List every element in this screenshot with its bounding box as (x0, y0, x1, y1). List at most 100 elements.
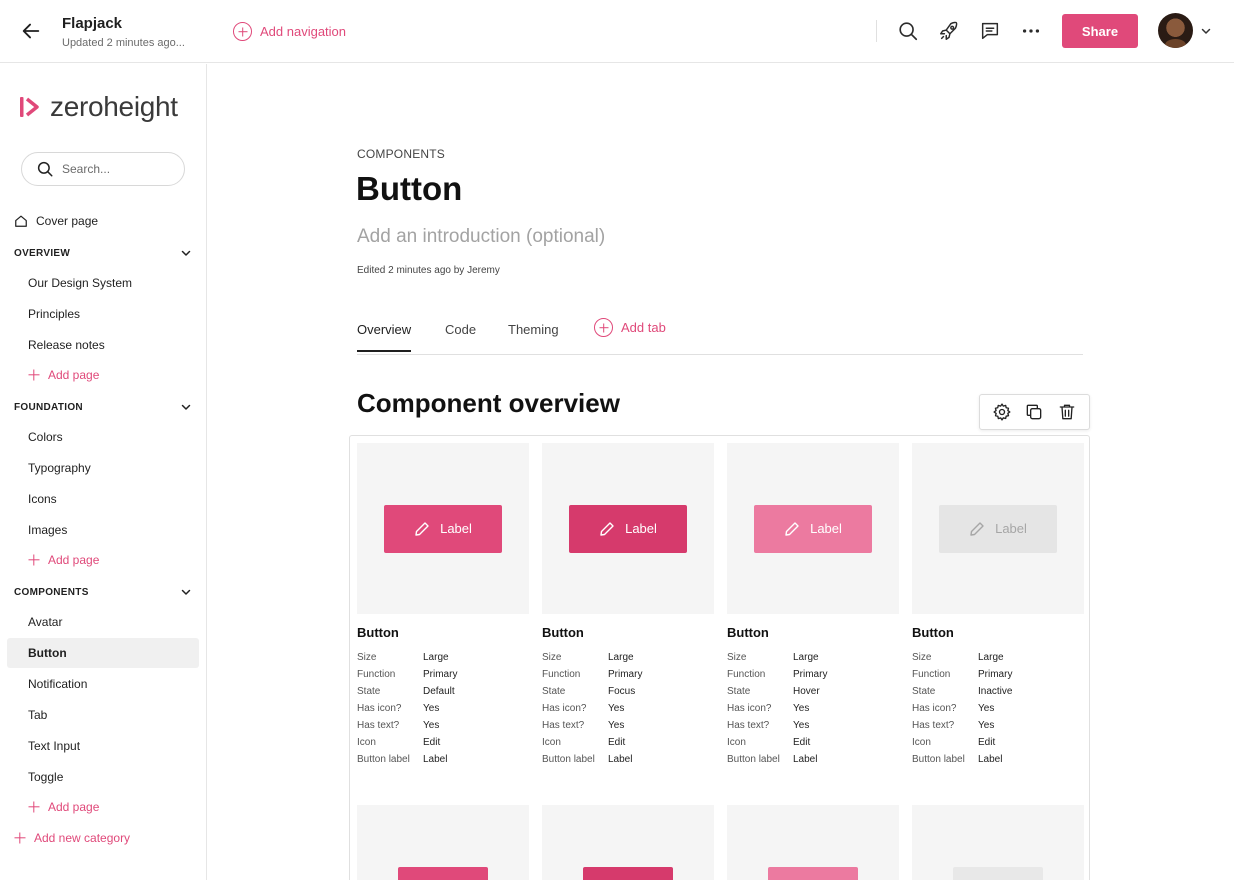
add-page-overview-button[interactable]: Add page (28, 368, 99, 382)
chevron-down-icon (181, 250, 191, 256)
sidebar-item-typography[interactable]: Typography (7, 453, 199, 483)
chevron-down-icon[interactable] (1200, 25, 1212, 37)
section-foundation-header[interactable]: FOUNDATION (14, 401, 192, 413)
zeroheight-logo[interactable]: zeroheight (20, 91, 178, 123)
property-row: Has text? Yes (912, 717, 1084, 734)
component-card[interactable]: Label Button Size Large Function Primary S… (542, 443, 714, 768)
property-key: Function (357, 669, 396, 680)
add-page-components-button[interactable]: Add page (28, 800, 99, 814)
plus-circle-icon (233, 22, 252, 41)
add-page-foundation-button[interactable]: Add page (28, 553, 99, 567)
tab-code[interactable]: Code (445, 322, 476, 350)
tab-theming[interactable]: Theming (508, 322, 559, 350)
add-tab-label: Add tab (621, 320, 666, 335)
rocket-icon[interactable] (938, 20, 960, 42)
demo-button-hover[interactable]: Label (754, 504, 872, 553)
property-value: Large (608, 652, 634, 663)
demo-button-default[interactable]: Label (384, 504, 502, 553)
sidebar-item-text-input[interactable]: Text Input (7, 731, 199, 761)
sidebar-item-images[interactable]: Images (7, 515, 199, 545)
page-tabs: Overview Code Theming Add tab (357, 318, 1083, 355)
sidebar-item-avatar[interactable]: Avatar (7, 607, 199, 637)
cover-page-label: Cover page (36, 214, 99, 228)
card-properties: Size Large Function Primary State Focus Has… (542, 649, 714, 768)
property-key: Has icon? (727, 703, 772, 714)
search-icon[interactable] (897, 20, 919, 42)
trash-icon[interactable] (1057, 402, 1077, 422)
sidebar-item-button[interactable]: Button (7, 638, 199, 668)
component-preview (727, 805, 899, 880)
section-overview-header[interactable]: OVERVIEW (14, 247, 192, 259)
sidebar-item-toggle[interactable]: Toggle (7, 762, 199, 792)
property-value: Edit (423, 737, 441, 748)
add-new-category-button[interactable]: Add new category (14, 831, 130, 845)
more-horizontal-icon[interactable] (1020, 20, 1042, 42)
plus-circle-icon (594, 318, 613, 337)
property-key: Button label (357, 754, 410, 765)
property-key: Size (912, 652, 932, 663)
tab-overview[interactable]: Overview (357, 322, 412, 352)
gear-icon[interactable] (992, 402, 1012, 422)
demo-button-label: Label (440, 521, 472, 536)
introduction-field[interactable]: Add an introduction (optional) (357, 226, 605, 248)
page-title[interactable]: Button (356, 170, 462, 208)
property-key: Function (912, 669, 951, 680)
property-value: Yes (608, 703, 625, 714)
add-navigation-button[interactable]: Add navigation (233, 22, 346, 41)
demo-button-focus[interactable]: Label (569, 504, 687, 553)
demo-button-partial[interactable] (583, 867, 673, 880)
component-preview (542, 805, 714, 880)
card-name: Button (727, 625, 769, 640)
component-card[interactable]: Label Button Size Large Function Primary S… (912, 443, 1084, 768)
property-key: State (727, 686, 751, 697)
sidebar-item-principles[interactable]: Principles (7, 299, 199, 329)
property-key: State (542, 686, 566, 697)
project-title: Flapjack (62, 15, 123, 32)
property-row: Button label Label (727, 751, 899, 768)
sidebar-item-colors[interactable]: Colors (7, 422, 199, 452)
add-tab-button[interactable]: Add tab (594, 318, 666, 337)
property-row: Function Primary (542, 666, 714, 683)
property-key: Has text? (357, 720, 400, 731)
demo-button-partial (953, 867, 1043, 880)
copy-icon[interactable] (1024, 402, 1044, 422)
sidebar-search[interactable] (21, 152, 185, 186)
property-row: Function Primary (912, 666, 1084, 683)
property-value: Yes (423, 720, 440, 731)
demo-button-partial[interactable] (398, 867, 488, 880)
component-preview: Label (357, 443, 529, 614)
demo-button-partial[interactable] (768, 867, 858, 880)
property-row: Button label Label (912, 751, 1084, 768)
main-content: COMPONENTS Button Add an introduction (o… (208, 64, 1234, 880)
search-icon (37, 161, 53, 177)
comment-icon[interactable] (979, 20, 1001, 42)
property-row: Icon Edit (542, 734, 714, 751)
back-arrow-icon[interactable] (20, 20, 42, 42)
sidebar-item-our-design-system[interactable]: Our Design System (7, 268, 199, 298)
component-preview: Label (542, 443, 714, 614)
property-row: Button label Label (357, 751, 529, 768)
property-row: Has icon? Yes (727, 700, 899, 717)
add-page-label: Add page (48, 553, 100, 567)
user-avatar[interactable] (1158, 13, 1193, 48)
add-navigation-label: Add navigation (260, 24, 347, 39)
section-title[interactable]: Component overview (357, 388, 620, 419)
property-value: Primary (978, 669, 1013, 680)
search-input[interactable] (62, 162, 172, 176)
sidebar-item-icons[interactable]: Icons (7, 484, 199, 514)
property-row: Size Large (912, 649, 1084, 666)
section-components-header[interactable]: COMPONENTS (14, 586, 192, 598)
property-value: Hover (793, 686, 820, 697)
property-value: Edit (978, 737, 996, 748)
sidebar-item-tab[interactable]: Tab (7, 700, 199, 730)
property-row: State Inactive (912, 683, 1084, 700)
sidebar-item-notification[interactable]: Notification (7, 669, 199, 699)
component-card[interactable]: Label Button Size Large Function Primary S… (727, 443, 899, 768)
property-key: Button label (542, 754, 595, 765)
component-card[interactable]: Label Button Size Large Function Primary S… (357, 443, 529, 768)
sidebar-item-cover-page[interactable]: Cover page (14, 214, 98, 228)
plus-icon (28, 370, 39, 381)
add-page-label: Add page (48, 368, 100, 382)
sidebar-item-release-notes[interactable]: Release notes (7, 330, 199, 360)
share-button[interactable]: Share (1062, 14, 1138, 48)
